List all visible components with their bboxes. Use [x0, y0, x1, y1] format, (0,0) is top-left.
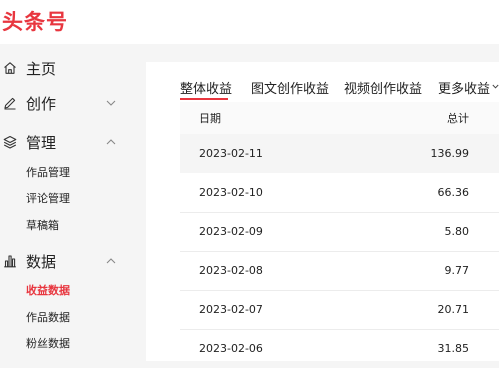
- cell-date: 2023-02-07: [199, 303, 263, 316]
- sidebar-item-home[interactable]: 主页: [0, 57, 146, 81]
- sidebar-item-create[interactable]: 创作: [0, 92, 146, 116]
- cell-total: 20.71: [437, 303, 470, 316]
- cell-date: 2023-02-09: [199, 225, 263, 238]
- pen-icon: [4, 97, 16, 110]
- cell-total: 136.99: [430, 147, 470, 160]
- layers-icon: [3, 135, 17, 149]
- sidebar-subitem-fans-data[interactable]: 粉丝数据: [26, 335, 70, 351]
- tab-more-revenue[interactable]: 更多收益: [438, 78, 490, 97]
- table-row: 2023-02-09 5.80: [180, 212, 499, 251]
- bar-chart-icon: [4, 255, 16, 268]
- sidebar-subitem-drafts[interactable]: 草稿箱: [26, 217, 59, 233]
- chevron-down-icon[interactable]: [492, 83, 499, 90]
- sidebar-item-data[interactable]: 数据: [0, 250, 146, 274]
- chevron-up-icon[interactable]: [105, 255, 117, 267]
- sidebar-item-label: 主页: [26, 60, 57, 78]
- sidebar-item-label: 创作: [26, 95, 57, 113]
- cell-date: 2023-02-06: [199, 342, 263, 355]
- table-row: 2023-02-10 66.36: [180, 173, 499, 212]
- table-row: 2023-02-06 31.85: [180, 329, 499, 368]
- chevron-down-icon[interactable]: [105, 97, 117, 109]
- sidebar-item-label: 数据: [26, 253, 57, 271]
- cell-total: 31.85: [437, 342, 470, 355]
- table-header: 日期 总计: [180, 102, 499, 134]
- table-row: 2023-02-08 9.77: [180, 251, 499, 290]
- cell-total: 5.80: [444, 225, 470, 238]
- sidebar-subitem-works-manage[interactable]: 作品管理: [26, 164, 70, 180]
- cell-total: 66.36: [437, 186, 470, 199]
- column-header-date[interactable]: 日期: [199, 110, 221, 126]
- table-row: 2023-02-07 20.71: [180, 290, 499, 329]
- sidebar: 主页 创作 管理 作品管理 评论管理 草稿箱 数据 收益数据 作品数据 粉丝数据: [0, 44, 146, 361]
- chevron-up-icon[interactable]: [105, 136, 117, 148]
- home-icon: [4, 62, 16, 74]
- cell-total: 9.77: [444, 264, 470, 277]
- active-tab-indicator: [180, 98, 228, 100]
- tab-overall-revenue[interactable]: 整体收益: [180, 78, 232, 97]
- sidebar-subitem-comments-manage[interactable]: 评论管理: [26, 190, 70, 206]
- cell-date: 2023-02-11: [199, 147, 263, 160]
- top-header: 头条号: [0, 0, 499, 44]
- main-content: 整体收益 图文创作收益 视频创作收益 更多收益 日期 总计 2023-02-11…: [146, 62, 499, 361]
- tab-video-revenue[interactable]: 视频创作收益: [344, 78, 422, 97]
- column-header-total[interactable]: 总计: [447, 110, 469, 126]
- revenue-tabs: 整体收益 图文创作收益 视频创作收益 更多收益: [146, 62, 499, 102]
- cell-date: 2023-02-08: [199, 264, 263, 277]
- tab-article-revenue[interactable]: 图文创作收益: [251, 78, 329, 97]
- sidebar-item-manage[interactable]: 管理: [0, 131, 146, 155]
- sidebar-subitem-works-data[interactable]: 作品数据: [26, 309, 70, 325]
- app-logo[interactable]: 头条号: [2, 6, 68, 36]
- cell-date: 2023-02-10: [199, 186, 263, 199]
- sidebar-item-label: 管理: [26, 134, 57, 152]
- sidebar-subitem-revenue-data[interactable]: 收益数据: [26, 282, 70, 298]
- table-row: 2023-02-11 136.99: [180, 134, 499, 173]
